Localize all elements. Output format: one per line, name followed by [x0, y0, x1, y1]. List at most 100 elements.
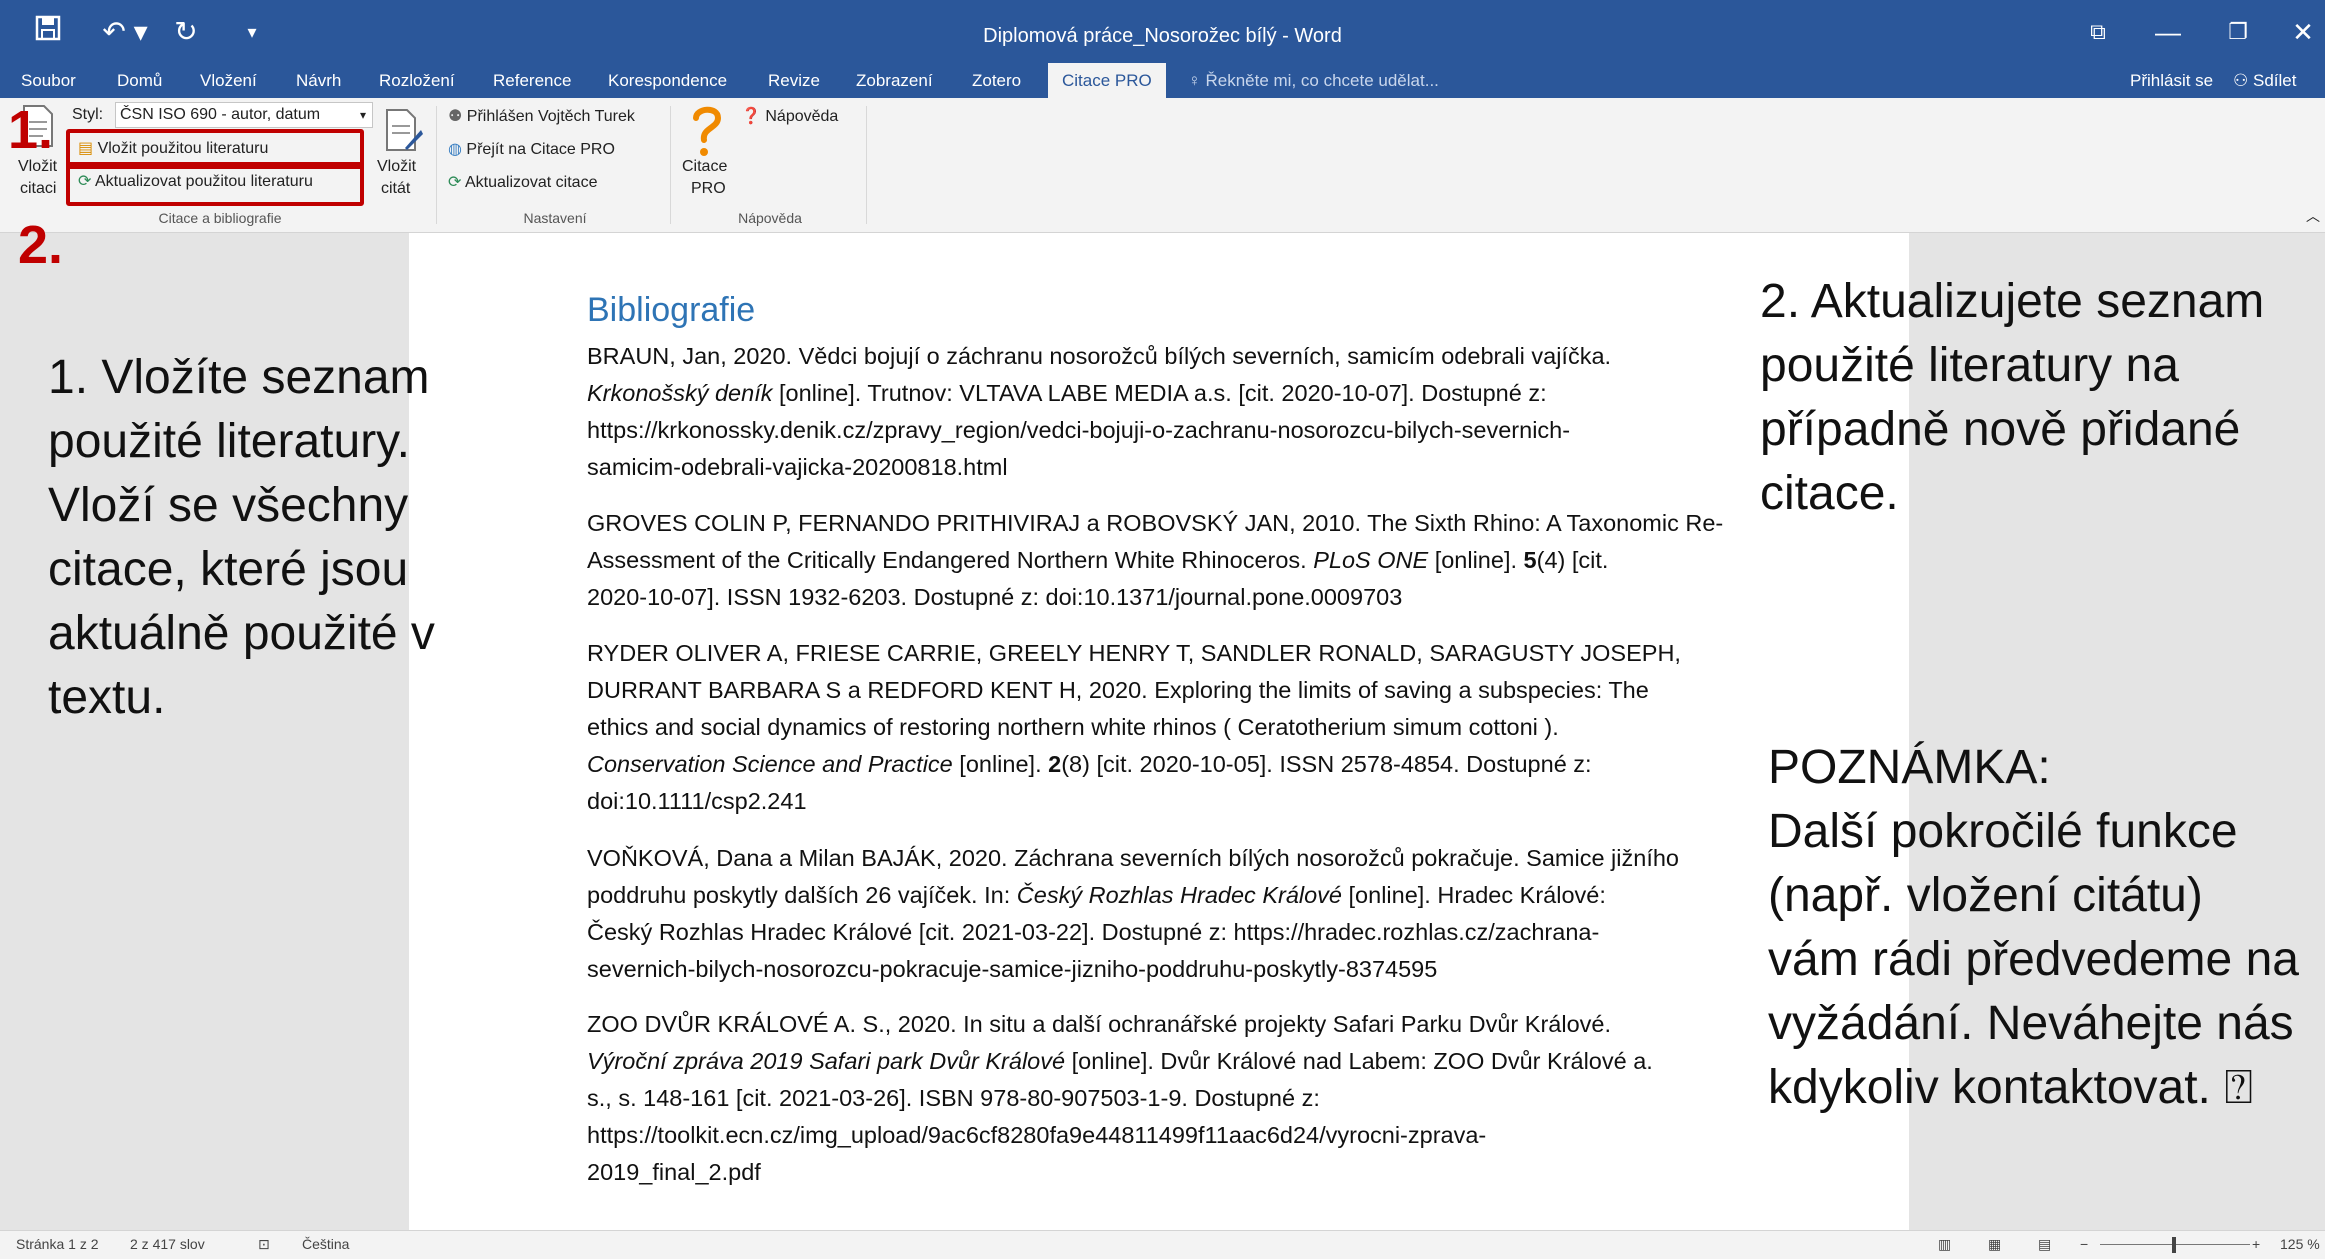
group-divider	[670, 106, 671, 224]
zoom-in-icon[interactable]: +	[2252, 1236, 2260, 1252]
person-icon: ⚇	[2233, 71, 2249, 90]
insert-citation-button-line2[interactable]: citaci	[20, 180, 56, 198]
note-line: citace, které jsou	[48, 543, 409, 596]
bibliography-entry-line: Výroční zpráva 2019 Safari park Dvůr Krá…	[587, 1048, 1653, 1074]
bibliography-entry-line: RYDER OLIVER A, FRIESE CARRIE, GREELY HE…	[587, 640, 1681, 666]
bibliography-entry: GROVES COLIN P, FERNANDO PRITHIVIRAJ a R…	[587, 505, 1737, 616]
tab-revize[interactable]: Revize	[768, 63, 820, 98]
group-label-nastaveni: Nastavení	[523, 210, 587, 226]
proofing-icon[interactable]: ⊡	[258, 1236, 270, 1253]
note-line: použité literatury na	[1760, 339, 2179, 392]
help-label: Nápověda	[765, 108, 839, 125]
tab-reference[interactable]: Reference	[493, 63, 571, 98]
status-bar: Stránka 1 z 2 2 z 417 slov ⊡ Čeština ▥ ▦…	[0, 1230, 2325, 1259]
bibliography-entry-line: samicim-odebrali-vajicka-20200818.html	[587, 454, 1008, 480]
citace-pro-logo-icon	[690, 104, 724, 158]
tell-me-box[interactable]: ♀ Řekněte mi, co chcete udělat...	[1188, 63, 1439, 98]
note-line: (např. vložení citátu)	[1768, 869, 2203, 922]
citace-pro-button[interactable]: Citace	[682, 158, 727, 176]
sign-in-link[interactable]: Přihlásit se	[2130, 63, 2213, 98]
help-button[interactable]: ❓ Nápověda	[741, 106, 838, 126]
collapse-ribbon-icon[interactable]: ︿	[2306, 206, 2320, 226]
read-mode-icon[interactable]: ▥	[1938, 1236, 1951, 1253]
insert-quote-button[interactable]: Vložit	[377, 158, 416, 176]
zoom-slider-thumb[interactable]	[2172, 1237, 2176, 1253]
sync-icon: ⟳	[448, 174, 462, 191]
tell-me-text: Řekněte mi, co chcete udělat...	[1205, 71, 1439, 90]
bibliography-heading: Bibliografie	[587, 291, 756, 329]
bibliography-entry-line: DURRANT BARBARA S a REDFORD KENT H, 2020…	[587, 677, 1649, 703]
zoom-level[interactable]: 125 %	[2280, 1236, 2320, 1252]
customize-qat-icon[interactable]: ▾	[240, 12, 264, 52]
language-indicator[interactable]: Čeština	[302, 1236, 349, 1252]
tab-rozlozeni[interactable]: Rozložení	[379, 63, 455, 98]
note-remark: POZNÁMKA: Další pokročilé funkce (např. …	[1768, 736, 2299, 1120]
zoom-out-icon[interactable]: −	[2080, 1236, 2088, 1252]
share-label: Sdílet	[2252, 71, 2297, 90]
tab-citace-pro[interactable]: Citace PRO	[1048, 63, 1166, 98]
share-button[interactable]: ⚇ Sdílet	[2233, 63, 2296, 98]
bibliography-entry-line: 2019_final_2.pdf	[587, 1159, 761, 1185]
print-layout-icon[interactable]: ▦	[1988, 1236, 2001, 1253]
tab-korespondence[interactable]: Korespondence	[608, 63, 727, 98]
redo-icon[interactable]: ↻	[168, 12, 204, 52]
citace-pro-button-line2[interactable]: PRO	[691, 180, 726, 198]
note-line: textu.	[48, 671, 166, 724]
bibliography-entry: RYDER OLIVER A, FRIESE CARRIE, GREELY HE…	[587, 635, 1737, 820]
insert-quote-button-line2[interactable]: citát	[381, 180, 410, 198]
note-line: případně nově přidané	[1760, 403, 2241, 456]
tab-vlozeni[interactable]: Vložení	[200, 63, 257, 98]
step-marker-1: 1.	[8, 100, 54, 160]
bibliography-entry-line: BRAUN, Jan, 2020. Vědci bojují o záchran…	[587, 343, 1612, 369]
save-icon[interactable]	[30, 12, 66, 52]
update-citations-label: Aktualizovat citace	[464, 174, 598, 191]
tab-navrh[interactable]: Návrh	[296, 63, 341, 98]
close-icon[interactable]: ✕	[2283, 12, 2323, 52]
bibliography-entry-line: severnich-bilych-nosorozcu-pokracuje-sam…	[587, 956, 1438, 982]
page-count[interactable]: Stránka 1 z 2	[16, 1236, 99, 1252]
tab-zotero[interactable]: Zotero	[972, 63, 1021, 98]
tab-zobrazeni[interactable]: Zobrazení	[856, 63, 933, 98]
bibliography-entry-line: Conservation Science and Practice [onlin…	[587, 751, 1592, 777]
highlight-box-2	[66, 162, 364, 206]
undo-icon[interactable]: ↶ ▾	[95, 12, 155, 52]
bibliography-entry-line: poddruhu poskytly dalších 26 vajíček. In…	[587, 882, 1606, 908]
bibliography-entry-line: 2020-10-07]. ISSN 1932-6203. Dostupné z:…	[587, 584, 1403, 610]
group-label-napoveda: Nápověda	[738, 210, 802, 226]
bibliography-entry-line: GROVES COLIN P, FERNANDO PRITHIVIRAJ a R…	[587, 510, 1724, 536]
update-citations-button[interactable]: ⟳ Aktualizovat citace	[448, 172, 597, 192]
bibliography-entry-line: Assessment of the Critically Endangered …	[587, 547, 1609, 573]
ribbon: Vložit citaci Styl: ČSN ISO 690 - autor,…	[0, 98, 2325, 233]
word-count[interactable]: 2 z 417 slov	[130, 1236, 205, 1252]
note-line: POZNÁMKA:	[1768, 741, 2051, 794]
bibliography-entry-line: Český Rozhlas Hradec Králové [cit. 2021-…	[587, 919, 1600, 945]
ribbon-options-icon[interactable]: ⧉	[2078, 12, 2118, 52]
note-line: vám rádi předvedeme na	[1768, 933, 2299, 986]
tab-domu[interactable]: Domů	[117, 63, 162, 98]
bibliography-entry-line: VOŇKOVÁ, Dana a Milan BAJÁK, 2020. Záchr…	[587, 845, 1679, 871]
note-line: aktuálně použité v	[48, 607, 435, 660]
note-line: 1. Vložíte seznam	[48, 351, 430, 404]
globe-icon: ◍	[448, 141, 462, 158]
style-select[interactable]: ČSN ISO 690 - autor, datum ▾	[115, 102, 373, 128]
bibliography-entry-line: https://krkonossky.denik.cz/zpravy_regio…	[587, 417, 1571, 443]
window-title: Diplomová práce_Nosorožec bílý - Word	[983, 25, 1342, 47]
bibliography-entry-line: ZOO DVŮR KRÁLOVÉ A. S., 2020. In situ a …	[587, 1011, 1611, 1037]
minimize-icon[interactable]: —	[2148, 12, 2188, 52]
web-layout-icon[interactable]: ▤	[2038, 1236, 2051, 1253]
insert-quote-icon	[383, 108, 423, 152]
user-icon: ⚉	[448, 108, 463, 125]
note-insert-bibliography: 1. Vložíte seznam použité literatury. Vl…	[48, 346, 435, 730]
note-line: Vloží se všechny	[48, 479, 409, 532]
goto-citace-pro-label: Přejít na Citace PRO	[466, 141, 615, 158]
note-update-bibliography: 2. Aktualizujete seznam použité literatu…	[1760, 270, 2264, 526]
note-line: kdykoliv kontaktovat. ⍰	[1768, 1061, 2254, 1114]
restore-icon[interactable]: ❐	[2218, 12, 2258, 52]
group-divider	[866, 106, 867, 224]
tab-soubor[interactable]: Soubor	[21, 63, 76, 98]
help-icon: ❓	[741, 108, 761, 125]
insert-citation-button[interactable]: Vložit	[18, 158, 57, 176]
goto-citace-pro-link[interactable]: ◍ Přejít na Citace PRO	[448, 139, 615, 159]
bibliography-entry-line: Krkonošský deník [online]. Trutnov: VLTA…	[587, 380, 1547, 406]
note-line: použité literatury.	[48, 415, 410, 468]
